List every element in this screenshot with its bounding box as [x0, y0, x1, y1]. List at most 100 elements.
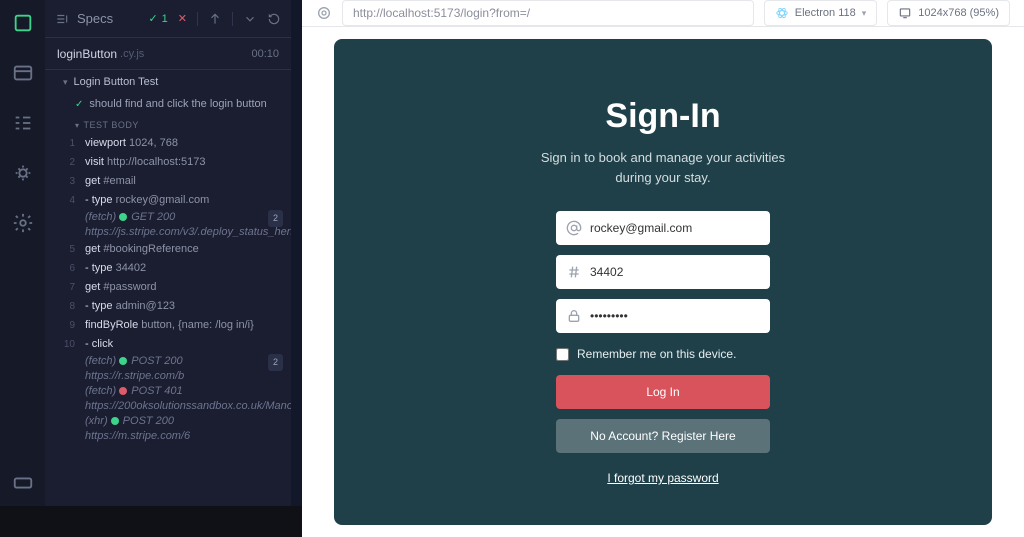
request-status: POST 200	[123, 415, 174, 427]
command-name: - type	[85, 262, 113, 274]
line-number: 6	[53, 260, 75, 277]
command-row[interactable]: 1viewport 1024, 768	[45, 134, 291, 153]
command-arg: rockey@gmail.com	[113, 194, 210, 206]
command-arg: button, {name: /log in/i}	[138, 319, 254, 331]
specs-header: Specs ✓ 1 ✕	[45, 0, 291, 38]
booking-reference-field[interactable]	[590, 265, 760, 279]
line-number: 5	[53, 241, 75, 258]
browser-label: Electron 118	[795, 7, 856, 19]
login-subtitle: Sign in to book and manage your activiti…	[523, 148, 803, 187]
describe-row[interactable]: ▾ Login Button Test	[45, 70, 291, 94]
command-row[interactable]: 8- type admin@123	[45, 297, 291, 316]
command-row[interactable]: 2visit http://localhost:5173	[45, 153, 291, 172]
ab-debug-icon[interactable]	[12, 162, 34, 184]
command-sub-row[interactable]: https://m.stripe.com/6	[45, 429, 291, 444]
ab-runs-icon[interactable]	[12, 62, 34, 84]
command-row[interactable]: 6 - type 34402	[45, 259, 291, 278]
chevron-down-icon[interactable]	[243, 12, 257, 26]
command-name: findByRole	[85, 319, 138, 331]
password-field[interactable]	[590, 309, 760, 323]
command-sub-row[interactable]: (fetch) POST 2002	[45, 354, 291, 369]
remember-checkbox[interactable]	[556, 348, 569, 361]
command-log[interactable]: 1viewport 1024, 7682visit http://localho…	[45, 134, 291, 506]
request-kind: (xhr)	[85, 415, 111, 427]
command-arg: http://localhost:5173	[104, 156, 206, 168]
specs-toggle-icon[interactable]	[55, 12, 69, 26]
command-row[interactable]: 3get #email	[45, 172, 291, 191]
command-sub-row[interactable]: (xhr) POST 200	[45, 414, 291, 429]
line-number: 4	[53, 192, 75, 209]
status-dot	[119, 213, 127, 221]
command-sub-row[interactable]: https://200oksolutionssandbox.co.uk/Mano…	[45, 399, 291, 414]
toggle-autoscroll-icon[interactable]	[208, 12, 222, 26]
ab-tests-icon[interactable]	[12, 12, 34, 34]
aut-pane: http://localhost:5173/login?from=/ Elect…	[302, 0, 1024, 506]
activity-bar	[0, 0, 45, 506]
command-sub-row[interactable]: https://js.stripe.com/v3/.deploy_status_…	[45, 225, 291, 240]
request-kind: (fetch)	[85, 385, 119, 397]
command-sub-row[interactable]: https://r.stripe.com/b	[45, 369, 291, 384]
command-sub-row[interactable]: (fetch) GET 2002	[45, 210, 291, 225]
command-sub-row[interactable]: (fetch) POST 401	[45, 384, 291, 399]
command-name: viewport	[85, 137, 126, 149]
request-status: POST 200	[131, 355, 182, 367]
login-form: Remember me on this device. Log In No Ac…	[556, 211, 770, 485]
spec-duration: 00:10	[251, 48, 279, 60]
command-arg: #bookingReference	[100, 243, 198, 255]
email-field-wrapper	[556, 211, 770, 245]
command-arg: 1024, 768	[126, 137, 178, 149]
url-bar[interactable]: http://localhost:5173/login?from=/	[342, 0, 754, 26]
hash-icon	[566, 264, 582, 280]
command-row[interactable]: 4 - type rockey@gmail.com	[45, 191, 291, 210]
pass-count: ✓ 1	[148, 12, 167, 25]
remember-row[interactable]: Remember me on this device.	[556, 347, 770, 361]
spec-name: loginButton	[57, 47, 117, 61]
selector-playground-icon[interactable]	[316, 5, 332, 21]
command-name: get	[85, 175, 100, 187]
command-row[interactable]: 9 findByRole button, {name: /log in/i}	[45, 316, 291, 335]
line-number: 2	[53, 154, 75, 171]
chevron-down-icon: ▾	[75, 121, 80, 130]
viewport-indicator[interactable]: 1024x768 (95%)	[887, 0, 1010, 26]
it-row[interactable]: ✓ should find and click the login button	[45, 94, 291, 114]
reference-field-wrapper	[556, 255, 770, 289]
describe-title: Login Button Test	[74, 76, 159, 88]
command-row[interactable]: 10- click	[45, 335, 291, 354]
reporter-scrollbar[interactable]	[291, 0, 302, 506]
browser-selector[interactable]: Electron 118 ▾	[764, 0, 877, 26]
specs-title: Specs	[77, 11, 113, 26]
at-icon	[566, 220, 582, 236]
request-kind: (fetch)	[85, 355, 119, 367]
lock-icon	[566, 308, 582, 324]
aut-header: http://localhost:5173/login?from=/ Elect…	[302, 0, 1024, 27]
forgot-password-link[interactable]: I forgot my password	[556, 471, 770, 485]
reporter-pane: Specs ✓ 1 ✕ loginButton .cy.js 00:10 ▾ L…	[45, 0, 291, 506]
line-number: 9	[53, 317, 75, 334]
password-field-wrapper	[556, 299, 770, 333]
command-arg: admin@123	[113, 300, 176, 312]
electron-icon	[775, 6, 789, 20]
command-name: - type	[85, 194, 113, 206]
command-arg: 34402	[113, 262, 147, 274]
command-row[interactable]: 5get #bookingReference	[45, 240, 291, 259]
login-title: Sign-In	[605, 97, 720, 136]
register-button[interactable]: No Account? Register Here	[556, 419, 770, 453]
status-dot	[119, 387, 127, 395]
viewport-label: 1024x768 (95%)	[918, 7, 999, 19]
email-field[interactable]	[590, 221, 760, 235]
ab-keyboard-icon[interactable]	[12, 472, 34, 494]
spec-file-row[interactable]: loginButton .cy.js 00:10	[45, 38, 291, 70]
command-row[interactable]: 7get #password	[45, 278, 291, 297]
check-icon: ✓	[75, 99, 83, 110]
login-button[interactable]: Log In	[556, 375, 770, 409]
spec-extension: .cy.js	[120, 48, 144, 60]
command-name: - type	[85, 300, 113, 312]
rerun-icon[interactable]	[267, 12, 281, 26]
ab-settings-icon[interactable]	[12, 212, 34, 234]
test-body-label: ▾ TEST BODY	[45, 114, 291, 134]
line-number: 3	[53, 173, 75, 190]
login-card: Sign-In Sign in to book and manage your …	[334, 39, 992, 525]
request-status: GET 200	[131, 211, 175, 223]
command-arg: #password	[100, 281, 156, 293]
ab-list-icon[interactable]	[12, 112, 34, 134]
